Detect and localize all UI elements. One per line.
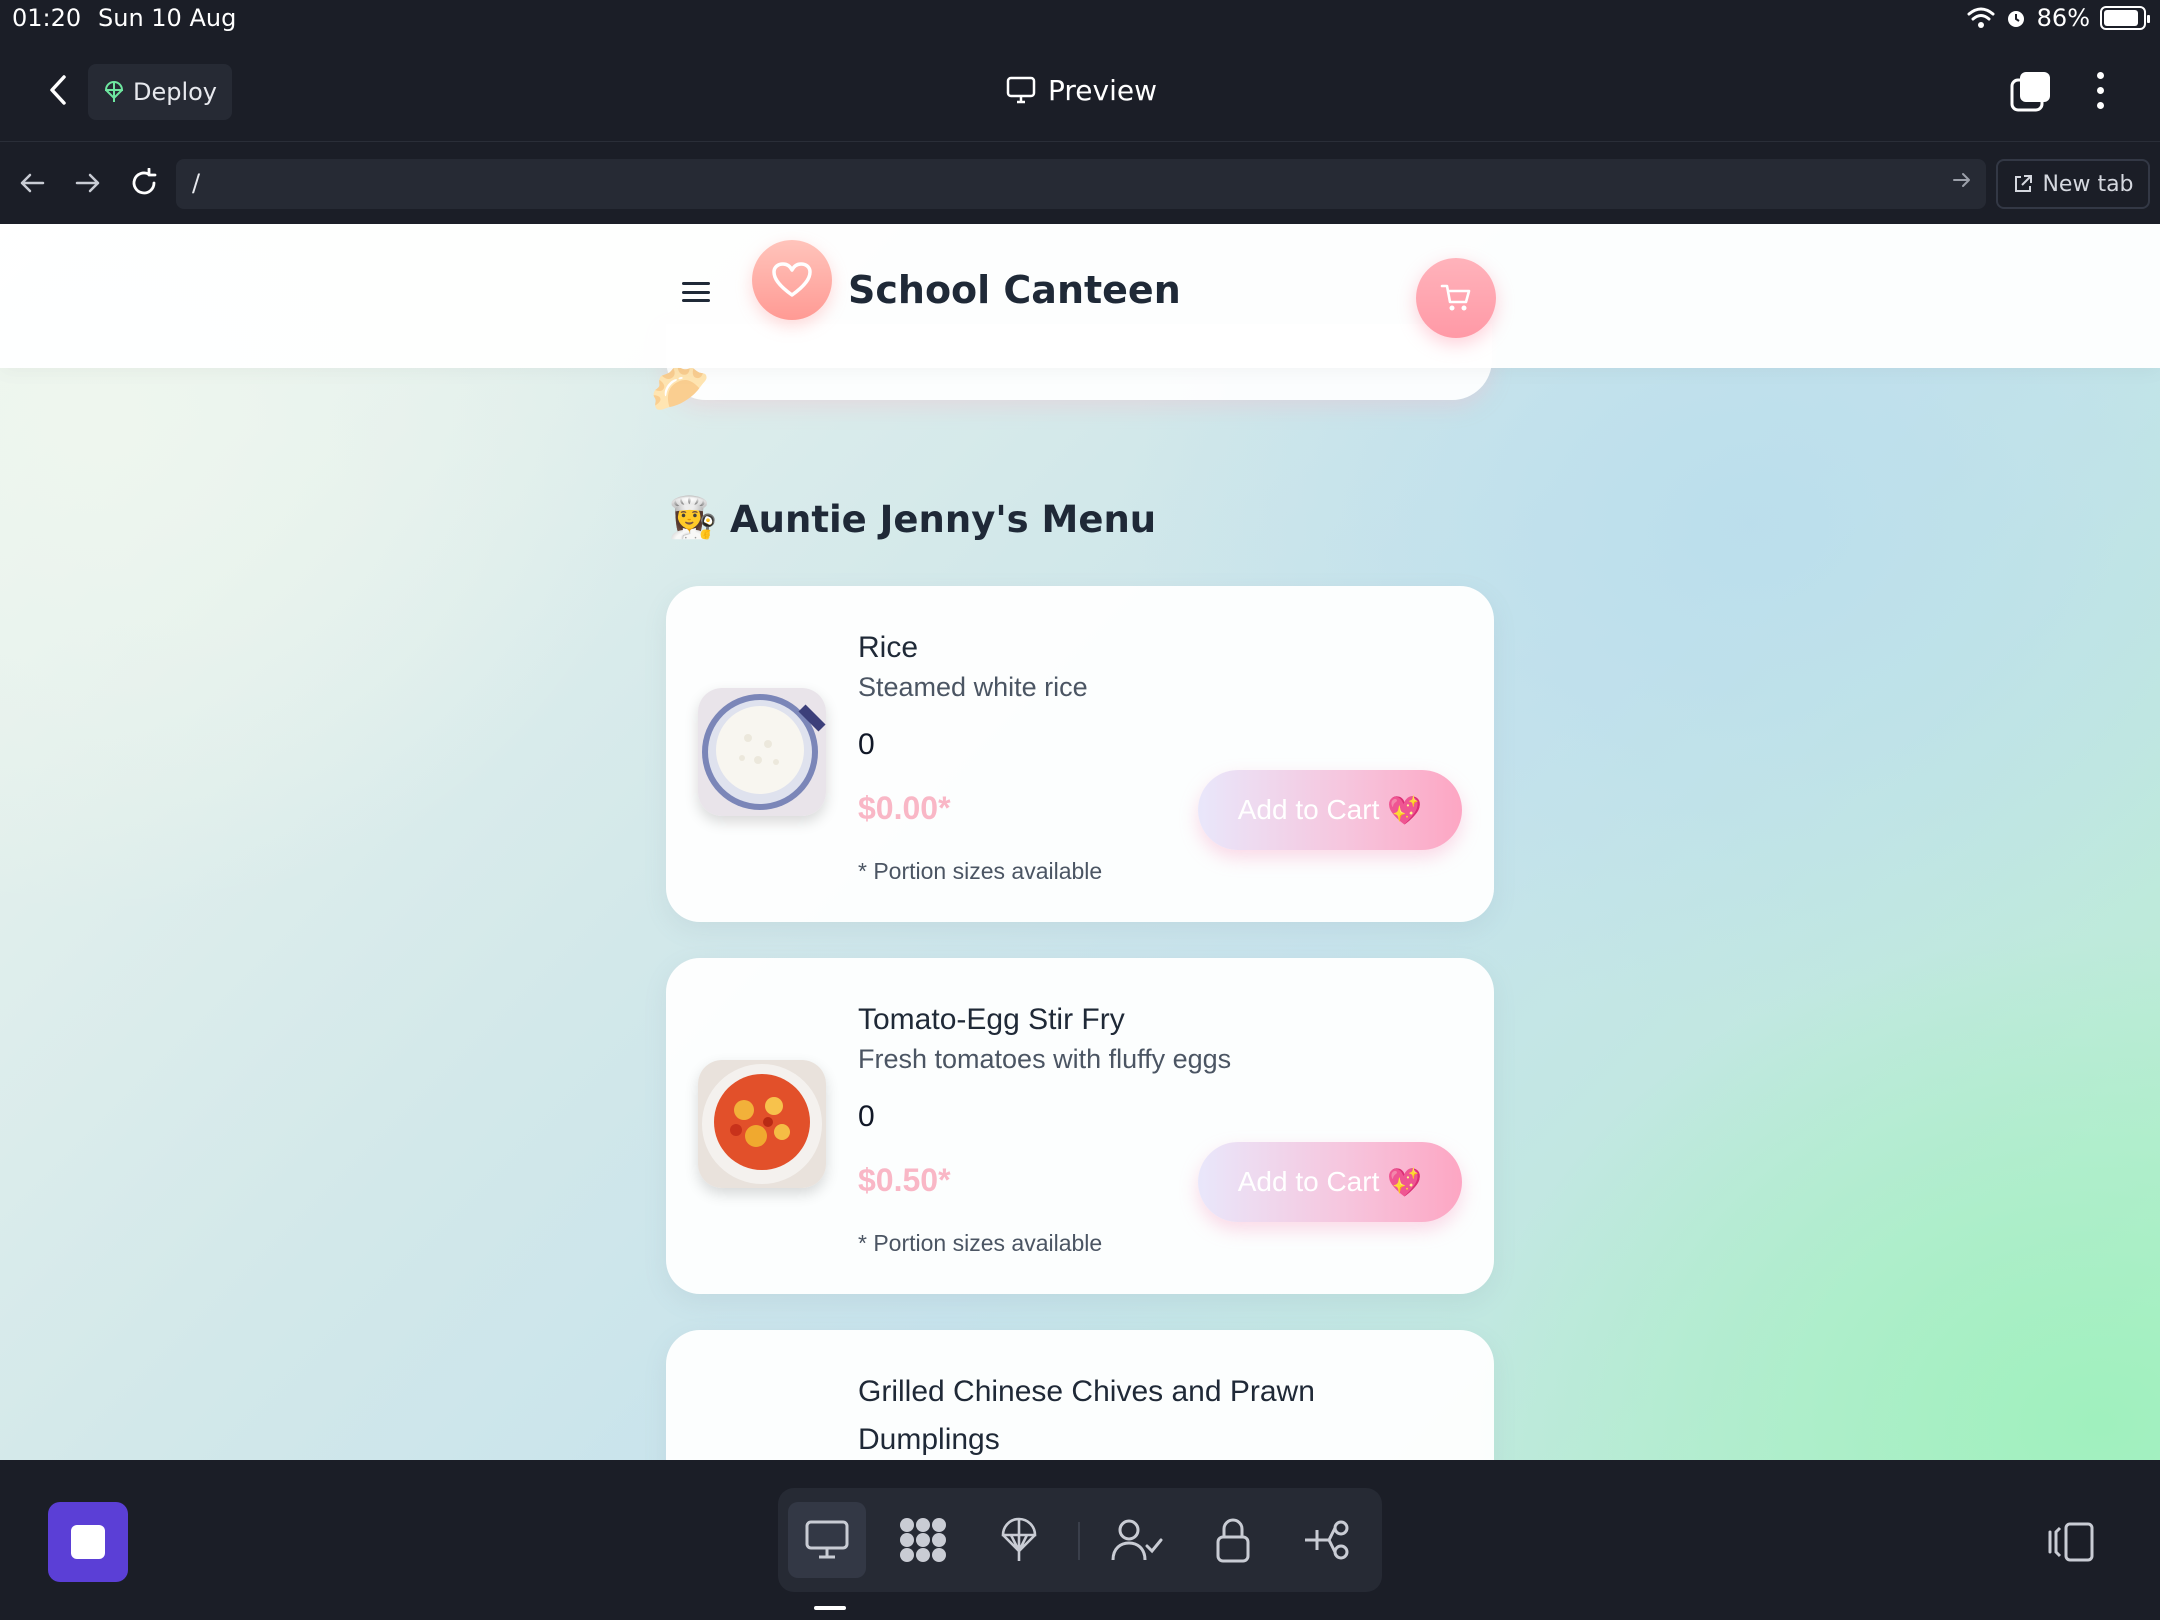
add-to-cart-label: Add to Cart [1237,794,1380,825]
user-check-icon[interactable] [1098,1502,1176,1578]
menu-icon[interactable] [680,278,712,306]
more-options-button[interactable] [2080,68,2120,112]
nav-back-button[interactable] [12,163,52,203]
menu-item-card: Tomato-Egg Stir Fry Fresh tomatoes with … [666,958,1494,1294]
dot [2096,71,2104,79]
toggle-panel-button[interactable] [2046,1520,2096,1564]
url-path: / [192,169,201,197]
deploy-icon[interactable] [980,1502,1058,1578]
preview-title: Preview [1006,68,1157,112]
cart-icon [1440,284,1471,311]
item-name: Tomato-Egg Stir Fry [858,1003,1125,1036]
sparkling-heart-icon: 💖 [1387,794,1423,826]
bottom-bar [0,1460,2160,1620]
reload-button[interactable] [124,163,164,203]
status-right: 86% [1967,4,2150,32]
heart-icon [752,240,832,320]
item-name: Rice [858,631,919,664]
item-name: Grilled Chinese Chives and Prawn Dumplin… [858,1375,1315,1456]
new-tab-label: New tab [2042,171,2134,197]
item-note: * Portion sizes available [858,858,1103,884]
alarm-icon [2007,11,2024,27]
arrow-right-icon [75,173,100,193]
app-header: School Canteen [0,224,2160,368]
cart-button[interactable] [1416,258,1496,338]
preview-viewport: 🥟 School Canteen 👩‍🍳 Auntie Jenny's Menu [0,224,2160,1460]
stop-icon [71,1525,105,1559]
deploy-button[interactable]: Deploy [88,64,232,120]
dock-separator [1078,1522,1080,1560]
chevron-left-icon [50,75,66,105]
copy-tabs-icon [2010,72,2050,112]
tool-dock [778,1488,1382,1592]
preview-label: Preview [1048,73,1157,107]
battery-icon [2100,6,2150,30]
sidebar-toggle-icon [2048,1522,2094,1562]
tomato-egg-image [698,1060,826,1188]
chef-emoji: 👩‍🍳 [668,495,718,541]
deploy-label: Deploy [132,78,218,106]
monitor-icon [1006,76,1036,104]
menu-item-card: Grilled Chinese Chives and Prawn Dumplin… [666,1330,1494,1460]
item-description: Fresh tomatoes with fluffy eggs [858,1044,1232,1074]
top-toolbar: Deploy Preview [0,40,2160,142]
add-to-cart-button[interactable]: Add to Cart 💖 [1198,1142,1462,1222]
rice-image [698,688,826,816]
add-to-cart-button[interactable]: Add to Cart 💖 [1198,770,1462,850]
item-quantity: 0 [858,728,875,761]
item-price: $0.00* [858,790,951,826]
monitor-icon[interactable] [788,1502,866,1578]
section-title: Auntie Jenny's Menu [730,498,1157,541]
nav-forward-button[interactable] [68,163,108,203]
deploy-icon [104,81,123,102]
url-input[interactable]: / [176,159,1986,209]
url-row: / New tab [0,143,2160,224]
wifi-icon [1967,7,1995,28]
apps-icon[interactable] [884,1502,962,1578]
dot [2096,101,2104,109]
reload-icon [132,168,157,195]
integrations-icon[interactable] [1288,1502,1366,1578]
lock-icon[interactable] [1194,1502,1272,1578]
dumpling-emoji: 🥟 [650,361,710,417]
item-price: $0.50* [858,1162,951,1198]
tabs-button[interactable] [2008,70,2052,114]
status-bar: 01:20 Sun 10 Aug 86% [0,0,2160,40]
go-arrow-icon[interactable] [1952,171,1972,189]
sparkling-heart-icon: 💖 [1387,1166,1423,1198]
home-indicator [814,1606,846,1610]
status-date: Sun 10 Aug [98,4,237,32]
item-note: * Portion sizes available [858,1230,1103,1256]
arrow-left-icon [20,173,45,193]
external-link-icon [2015,175,2033,192]
battery-percent: 86% [2036,4,2090,32]
stop-button[interactable] [48,1502,128,1582]
status-time: 01:20 [12,4,82,32]
item-description: Steamed white rice [858,672,1088,702]
add-to-cart-label: Add to Cart [1237,1166,1380,1197]
dot [2096,86,2104,94]
menu-item-card: Rice Steamed white rice 0 $0.00* * Porti… [666,586,1494,922]
new-tab-button[interactable]: New tab [1996,159,2150,209]
app-title: School Canteen [848,268,1181,312]
item-quantity: 0 [858,1100,875,1133]
back-button[interactable] [38,70,78,110]
